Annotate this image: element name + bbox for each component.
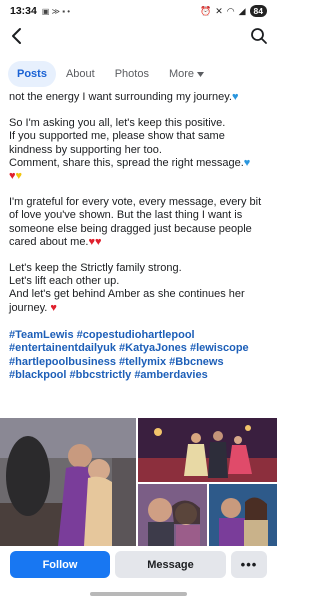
photo-couple-hug[interactable]: [0, 418, 136, 546]
post-text: Let's keep the Strictly family strong.: [9, 262, 182, 275]
tab-more-label: More: [168, 68, 195, 80]
hashtag-links[interactable]: #TeamLewis #copestudiohartlepool #entert…: [9, 329, 271, 383]
search-icon[interactable]: [250, 27, 268, 45]
notification-icons: ▣ ≫ ▪ •: [41, 6, 71, 16]
photo-pair-portrait[interactable]: [209, 484, 277, 546]
message-button[interactable]: Message: [115, 551, 226, 578]
gesture-nav-handle[interactable]: [90, 592, 187, 596]
tab-about[interactable]: About: [56, 61, 105, 87]
red-heart-icon: ♥♥: [88, 235, 102, 248]
back-arrow-icon[interactable]: [9, 26, 27, 46]
blue-heart-icon: ♥: [231, 91, 239, 103]
post-text: And let's get behind Amber as she contin…: [9, 288, 245, 314]
red-heart-icon: ♥: [50, 301, 57, 314]
photo-collage[interactable]: [0, 418, 277, 546]
status-bar: 13:34 ▣ ≫ ▪ • ⏰ ✕ ◠ ◢ 84: [0, 0, 277, 22]
post-text: Comment, share this, spread the right me…: [9, 156, 244, 169]
signal-icon: ◢: [238, 5, 246, 16]
post-text: I'm grateful for every vote, every messa…: [9, 196, 262, 248]
profile-tabs: Posts About Photos More: [8, 61, 214, 87]
blue-heart-icon: ♥: [243, 156, 251, 169]
wifi-icon: ◠: [226, 5, 235, 16]
post-text: So I'm asking you all, let's keep this p…: [9, 117, 226, 130]
status-time: 13:34: [10, 5, 37, 17]
post-text: not the energy I want surrounding my jou…: [9, 91, 232, 103]
tab-more[interactable]: More: [159, 61, 214, 87]
tab-photos[interactable]: Photos: [105, 61, 159, 87]
top-bar: [0, 24, 277, 50]
tab-posts[interactable]: Posts: [8, 61, 56, 87]
more-options-button[interactable]: •••: [231, 551, 267, 578]
post-paragraph: not the energy I want surrounding my jou…: [9, 91, 271, 104]
photo-dance-floor[interactable]: [138, 418, 277, 482]
post-text: If you supported me, please show that sa…: [9, 130, 225, 156]
battery-indicator: 84: [249, 5, 267, 17]
alarm-icon: ⏰: [199, 5, 212, 16]
post-text: Let's lift each other up.: [9, 275, 120, 288]
yellow-heart-icon: ♥: [15, 170, 23, 183]
photo-selfie[interactable]: [138, 484, 207, 546]
post-paragraph: I'm grateful for every vote, every messa…: [9, 196, 271, 249]
post-paragraph: So I'm asking you all, let's keep this p…: [9, 117, 271, 183]
caret-down-icon: [197, 71, 205, 77]
post-body: not the energy I want surrounding my jou…: [9, 91, 271, 382]
post-paragraph: Let's keep the Strictly family strong. L…: [9, 262, 271, 315]
mute-icon: ✕: [215, 5, 223, 16]
follow-button[interactable]: Follow: [10, 551, 110, 578]
profile-action-bar: Follow Message •••: [0, 546, 277, 586]
